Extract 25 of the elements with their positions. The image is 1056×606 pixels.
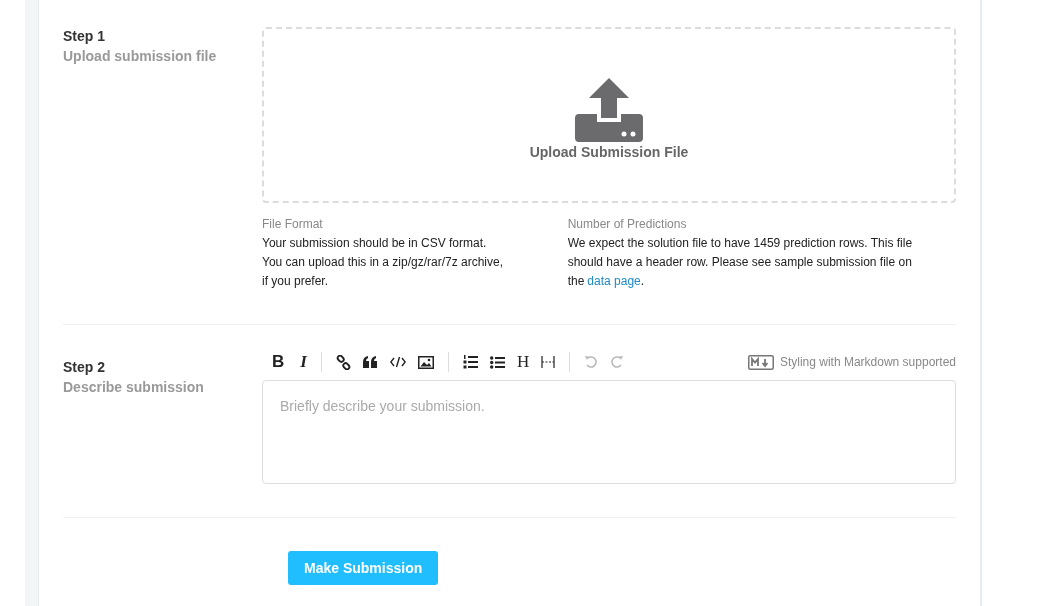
format-button[interactable]: I [300,353,307,371]
step-subtitle: Upload submission file [63,48,218,64]
info-text: We expect the solution file to have 1459 prediction rows. This file should have a header row. Please see sample submission file on the data page. [567,235,914,290]
markdown-note: Styling with Markdown supported [779,355,956,369]
info-heading: Number of Predictions [567,217,688,231]
info-text: Your submission should be in CSV format. You can upload this in a zip/gz/rar/7z archive, if you prefer. [262,235,504,290]
description-field[interactable]: Briefly describe your submission. [262,380,956,484]
info-heading: File Format [262,217,324,231]
markdown-icon [747,354,774,370]
ol-icon[interactable] [462,355,478,369]
step-title: Step 2 [63,359,106,375]
quote-icon[interactable] [362,356,378,368]
image-icon[interactable] [417,355,434,369]
upload-icon [575,78,643,142]
format-button[interactable]: B [272,353,285,371]
upload-dropzone[interactable]: Upload Submission File [262,27,956,203]
link-icon[interactable] [335,354,351,370]
ul-icon[interactable] [489,355,505,369]
step-title: Step 1 [63,28,106,44]
format-button[interactable]: H [516,353,530,371]
data-page-link[interactable]: data page [587,274,641,288]
upload-label: Upload Submission File [529,144,689,160]
code-icon[interactable] [389,356,406,368]
hr-icon[interactable] [541,355,556,369]
step-subtitle: Describe submission [63,379,205,395]
